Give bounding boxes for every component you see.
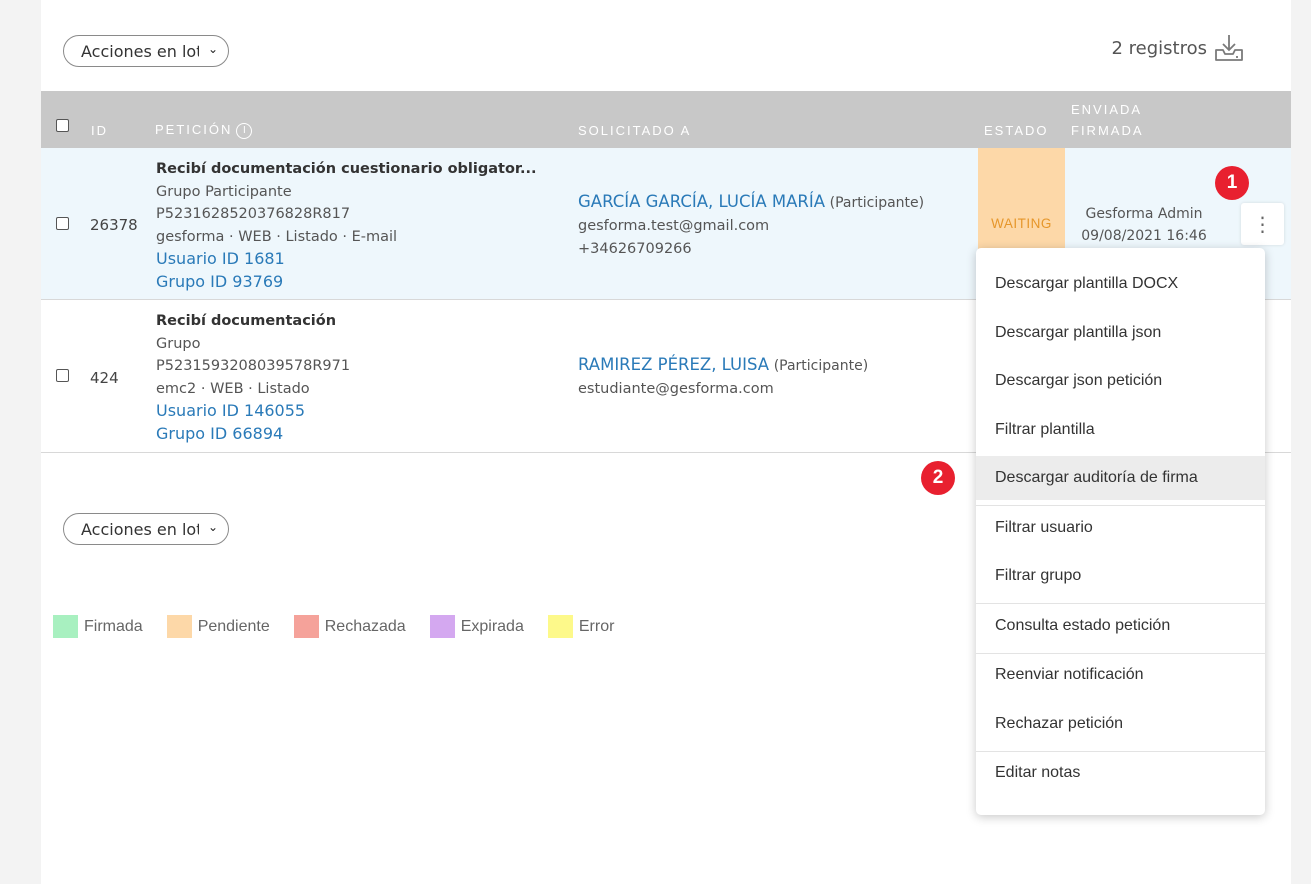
solicitado-cell: RAMIREZ PÉREZ, LUISA (Participante) estu…	[578, 353, 868, 401]
recipient-name-link[interactable]: RAMIREZ PÉREZ, LUISA	[578, 355, 769, 374]
user-id-link[interactable]: Usuario ID 1681	[156, 248, 537, 271]
legend-label: Pendiente	[197, 617, 270, 635]
peticion-title: Recibí documentación	[156, 313, 337, 329]
solicitado-cell: GARCÍA GARCÍA, LUCÍA MARÍA (Participante…	[578, 190, 924, 261]
recipient-email: estudiante@gesforma.com	[578, 381, 774, 397]
legend-item: Rechazada	[293, 615, 406, 638]
menu-item-consulta-estado-peticion[interactable]: Consulta estado petición	[976, 604, 1265, 648]
records-count: 2 registros	[1111, 37, 1207, 59]
legend-label: Error	[578, 617, 615, 635]
user-id-link[interactable]: Usuario ID 146055	[156, 400, 350, 423]
header-id: ID	[91, 123, 108, 138]
menu-item-descargar-auditoria-firma[interactable]: Descargar auditoría de firma	[976, 456, 1265, 500]
legend-swatch	[429, 615, 455, 638]
row-actions-button[interactable]: ⋮	[1241, 203, 1284, 245]
row-checkbox[interactable]	[56, 217, 69, 230]
bulk-actions-select[interactable]: Acciones en lote ⌄	[63, 35, 229, 67]
bulk-actions-label: Acciones en lote	[81, 41, 199, 61]
info-icon[interactable]: i	[236, 122, 253, 139]
legend-swatch	[547, 615, 573, 638]
row-id: 424	[90, 369, 119, 387]
table-header: ID PETICIÓN i SOLICITADO A ESTADO ENVIADA…	[41, 91, 1291, 148]
group-id-link[interactable]: Grupo ID 93769	[156, 271, 537, 294]
header-firmada: FIRMADA	[1071, 123, 1144, 138]
peticion-code: P5231593208039578R971	[156, 358, 351, 374]
group-id-link[interactable]: Grupo ID 66894	[156, 423, 350, 446]
records-counter: 2 registros	[1111, 32, 1245, 64]
menu-item-descargar-plantilla-json[interactable]: Descargar plantilla json	[976, 311, 1265, 355]
peticion-meta: gesforma · WEB · Listado · E-mail	[156, 228, 398, 245]
recipient-name-link[interactable]: GARCÍA GARCÍA, LUCÍA MARÍA	[578, 192, 825, 211]
peticion-title: Recibí documentación cuestionario obliga…	[156, 161, 537, 177]
bulk-actions-label: Acciones en lote	[81, 519, 199, 539]
sender-name: Gesforma Admin	[1085, 206, 1203, 222]
header-estado: ESTADO	[984, 123, 1049, 138]
menu-item-descargar-json-peticion[interactable]: Descargar json petición	[976, 359, 1265, 403]
menu-item-rechazar-peticion[interactable]: Rechazar petición	[976, 702, 1265, 746]
recipient-email: gesforma.test@gmail.com	[578, 218, 770, 234]
peticion-meta: emc2 · WEB · Listado	[156, 380, 310, 397]
bulk-actions-select-bottom[interactable]: Acciones en lote ⌄	[63, 513, 229, 545]
chevron-down-icon: ⌄	[207, 42, 218, 56]
legend-item: Firmada	[53, 615, 143, 638]
peticion-group: Grupo Participante	[156, 183, 292, 200]
legend-swatch	[53, 615, 78, 638]
legend-item: Error	[547, 615, 615, 638]
menu-item-editar-notas[interactable]: Editar notas	[976, 751, 1265, 795]
kebab-menu-icon: ⋮	[1252, 212, 1273, 236]
step-badge-2: 2	[921, 461, 955, 495]
legend-item: Pendiente	[166, 615, 270, 638]
legend-label: Firmada	[84, 617, 143, 635]
status-legend: Firmada Pendiente Rechazada Expirada Err…	[53, 615, 638, 638]
peticion-cell: Recibí documentación cuestionario obliga…	[156, 158, 537, 293]
chevron-down-icon: ⌄	[207, 520, 218, 534]
menu-item-descargar-plantilla-docx[interactable]: Descargar plantilla DOCX	[976, 262, 1265, 306]
select-all-checkbox[interactable]	[56, 119, 69, 132]
peticion-group: Grupo	[156, 335, 201, 352]
menu-item-filtrar-usuario[interactable]: Filtrar usuario	[976, 506, 1265, 550]
header-solicitado: SOLICITADO A	[578, 123, 692, 138]
row-actions-menu: Descargar plantilla DOCX Descargar plant…	[976, 248, 1265, 815]
peticion-cell: Recibí documentación Grupo P523159320803…	[156, 310, 350, 445]
step-badge-1: 1	[1215, 166, 1249, 200]
legend-swatch	[293, 615, 319, 638]
menu-item-filtrar-plantilla[interactable]: Filtrar plantilla	[976, 408, 1265, 452]
peticion-code: P5231628520376828R817	[156, 206, 351, 222]
menu-item-reenviar-notificacion[interactable]: Reenviar notificación	[976, 653, 1265, 697]
legend-label: Expirada	[460, 617, 524, 635]
recipient-phone: +34626709266	[578, 241, 692, 257]
row-id: 26378	[90, 216, 138, 234]
sent-date: 09/08/2021 16:46	[1081, 228, 1207, 244]
download-icon[interactable]	[1213, 32, 1245, 64]
recipient-role: (Participante)	[773, 358, 869, 374]
recipient-role: (Participante)	[829, 195, 925, 211]
header-peticion: PETICIÓN i	[155, 122, 253, 139]
row-checkbox[interactable]	[56, 369, 69, 382]
menu-item-filtrar-grupo[interactable]: Filtrar grupo	[976, 554, 1265, 598]
sent-cell: Gesforma Admin 09/08/2021 16:46	[1079, 203, 1209, 247]
legend-item: Expirada	[429, 615, 524, 638]
header-peticion-label: PETICIÓN	[155, 122, 233, 137]
legend-label: Rechazada	[324, 617, 406, 635]
header-enviada: ENVIADA	[1071, 102, 1143, 117]
legend-swatch	[166, 615, 192, 638]
